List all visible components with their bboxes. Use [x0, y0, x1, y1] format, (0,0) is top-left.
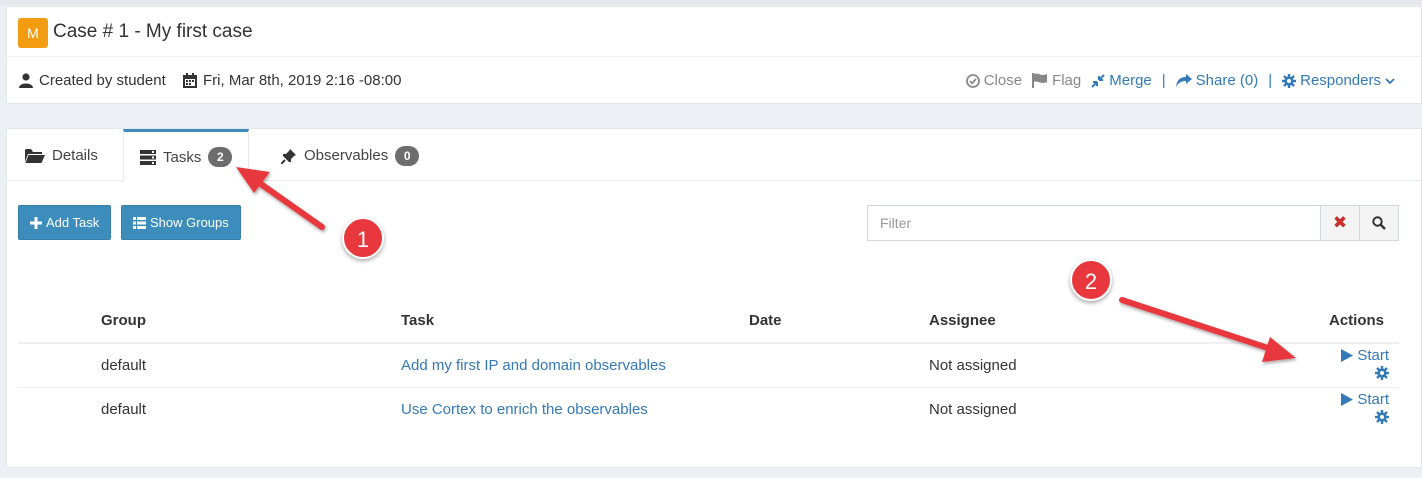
share-icon [1175, 73, 1192, 87]
case-title-row: M Case # 1 - My first case [7, 7, 1421, 57]
play-icon [1341, 348, 1354, 362]
show-groups-label: Show Groups [150, 215, 229, 230]
add-task-label: Add Task [46, 215, 100, 230]
assignee-cell: Not assigned [928, 386, 1328, 431]
folder-open-icon [25, 149, 45, 163]
flag-case-button[interactable]: Flag [1032, 72, 1081, 89]
observables-count-badge: 0 [395, 145, 420, 166]
close-label: Close [983, 72, 1023, 89]
share-label: Share (0) [1195, 72, 1259, 89]
assignee-column-header[interactable]: Assignee [928, 299, 1328, 344]
flag-label: Flag [1052, 72, 1082, 89]
tab-tasks[interactable]: Tasks 2 [123, 129, 250, 182]
assignee-cell: Not assigned [928, 342, 1328, 387]
play-icon [1341, 392, 1354, 406]
annotation-marker-1: 1 [342, 217, 384, 259]
tab-label: Tasks [163, 148, 202, 166]
select-cell [18, 386, 100, 431]
actions-cell: Start [1328, 342, 1399, 387]
tab-bar: Details Tasks 2 Observables 0 [7, 129, 1421, 182]
annotation-marker-2: 2 [1070, 259, 1112, 301]
actions-column-header: Actions [1328, 299, 1399, 344]
case-actions: Close Flag Merge | Share (0) | Responder… [956, 72, 1395, 89]
top-strip [0, 0, 1422, 5]
table-header-row: Group Task Date Assignee Actions [18, 299, 1399, 344]
severity-badge: M [18, 18, 48, 48]
share-case-button[interactable]: Share (0) [1175, 72, 1259, 89]
calendar-icon [183, 73, 197, 88]
group-column-header[interactable]: Group [100, 299, 400, 344]
user-icon [19, 73, 33, 88]
compress-arrows-icon [1091, 73, 1105, 88]
filter-group: ✖ [867, 205, 1399, 241]
table-row: default Use Cortex to enrich the observa… [18, 386, 1399, 431]
gear-icon [1375, 409, 1389, 424]
start-task-button[interactable]: Start [1341, 347, 1389, 364]
check-circle-icon [965, 73, 980, 88]
date-column-header[interactable]: Date [748, 299, 928, 344]
tab-observables[interactable]: Observables 0 [265, 129, 435, 182]
tasks-icon [140, 149, 156, 165]
search-button[interactable] [1360, 205, 1399, 241]
pin-icon [281, 148, 296, 164]
case-meta-row: Created by student Fri, Mar 8th, 2019 2:… [7, 58, 1421, 104]
close-icon: ✖ [1332, 213, 1348, 232]
table-row: default Add my first IP and domain obser… [18, 342, 1399, 387]
plus-icon [30, 216, 42, 229]
search-icon [1372, 216, 1386, 230]
case-date: Fri, Mar 8th, 2019 2:16 -08:00 [183, 72, 401, 89]
created-by: Created by student [19, 72, 166, 89]
tasks-table: Group Task Date Assignee Actions default… [18, 299, 1399, 431]
separator: | [1268, 72, 1273, 89]
case-date-text: Fri, Mar 8th, 2019 2:16 -08:00 [203, 72, 402, 89]
separator: | [1161, 72, 1166, 89]
tasks-count-badge: 2 [208, 147, 233, 167]
responders-dropdown[interactable]: Responders [1282, 72, 1395, 89]
chevron-down-icon [1385, 77, 1395, 84]
tab-details[interactable]: Details [9, 129, 114, 182]
gear-icon [1282, 73, 1297, 88]
show-groups-button[interactable]: Show Groups [121, 205, 241, 240]
close-case-button[interactable]: Close [965, 72, 1023, 89]
merge-case-button[interactable]: Merge [1091, 72, 1152, 89]
case-tabs-panel: Details Tasks 2 Observables 0 Add Task S… [6, 128, 1422, 468]
task-column-header[interactable]: Task [400, 299, 748, 344]
start-label: Start [1357, 346, 1389, 364]
task-settings-button[interactable] [1375, 365, 1389, 384]
group-cell: default [100, 386, 400, 431]
created-by-text: Created by student [39, 72, 166, 89]
tab-label: Observables [304, 147, 389, 164]
flag-icon [1032, 73, 1048, 88]
start-label: Start [1357, 390, 1389, 408]
task-link[interactable]: Add my first IP and domain observables [401, 357, 666, 374]
add-task-button[interactable]: Add Task [18, 205, 112, 240]
date-cell [748, 386, 928, 431]
list-icon [133, 216, 146, 229]
merge-label: Merge [1109, 72, 1152, 89]
case-title: Case # 1 - My first case [53, 21, 253, 42]
select-cell [18, 342, 100, 387]
select-column-header [18, 299, 100, 344]
filter-input[interactable] [867, 205, 1321, 241]
gear-icon [1375, 365, 1389, 380]
date-cell [748, 342, 928, 387]
task-settings-button[interactable] [1375, 409, 1389, 428]
clear-filter-button[interactable]: ✖ [1321, 205, 1360, 241]
start-task-button[interactable]: Start [1341, 391, 1389, 408]
task-link[interactable]: Use Cortex to enrich the observables [401, 401, 648, 418]
case-header: M Case # 1 - My first case Created by st… [6, 6, 1422, 104]
actions-cell: Start [1328, 386, 1399, 431]
responders-label: Responders [1300, 72, 1381, 89]
tab-label: Details [52, 147, 98, 164]
group-cell: default [100, 342, 400, 387]
